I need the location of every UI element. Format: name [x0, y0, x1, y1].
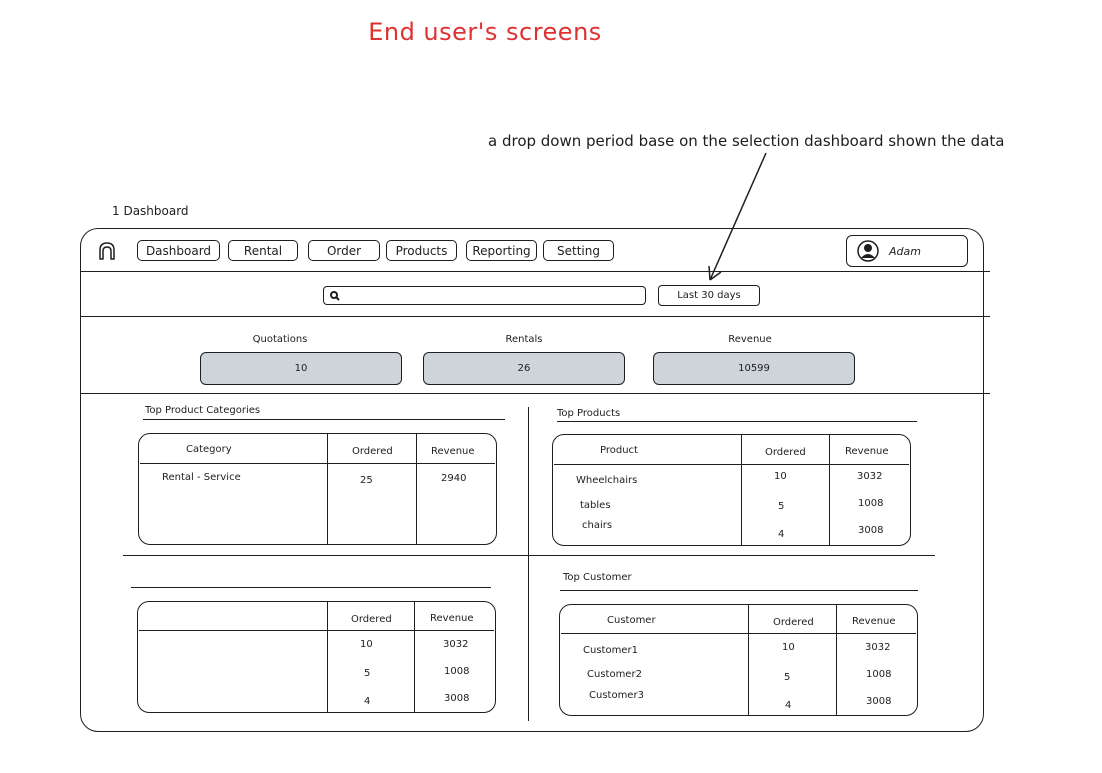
annotation-note: a drop down period base on the selection…: [488, 132, 1005, 150]
top-products-underline: [557, 421, 917, 422]
nav-reporting-button[interactable]: Reporting: [466, 240, 537, 261]
column-header: Customer: [607, 615, 656, 626]
table-cell: 3032: [443, 639, 469, 650]
table-cell: 1008: [444, 666, 470, 677]
table-cell: Customer1: [583, 645, 638, 656]
table-cell: 3008: [858, 525, 884, 536]
user-menu[interactable]: Adam: [846, 235, 968, 267]
top-customer-title: Top Customer: [563, 572, 632, 583]
divider-panels: [123, 555, 935, 556]
table-cell: Rental - Service: [162, 472, 241, 483]
kpi-quotations-value: 10: [200, 352, 402, 385]
home-icon[interactable]: [96, 240, 118, 262]
divider-columns: [528, 407, 529, 721]
table-col-divider: [829, 434, 830, 546]
period-dropdown[interactable]: Last 30 days: [658, 285, 760, 306]
top-products-title: Top Products: [557, 408, 621, 419]
table-col-divider: [741, 434, 742, 546]
table-cell: Wheelchairs: [576, 475, 638, 486]
table-cell: 5: [364, 668, 371, 679]
table-cell: Customer3: [589, 690, 644, 701]
table-cell: Customer2: [587, 669, 642, 680]
table-cell: 4: [778, 529, 785, 540]
table-col-divider: [836, 604, 837, 716]
table-cell: 1008: [866, 669, 892, 680]
divider-nav: [80, 271, 990, 272]
table-cell: 5: [784, 672, 791, 683]
nav-rental-button[interactable]: Rental: [228, 240, 298, 261]
table-cell: 4: [785, 700, 792, 711]
table-cell: 10: [782, 642, 795, 653]
nav-setting-button[interactable]: Setting: [543, 240, 614, 261]
kpi-rentals-value: 26: [423, 352, 625, 385]
table-cell: 10: [774, 471, 787, 482]
kpi-revenue-label: Revenue: [728, 334, 772, 345]
top-customer-underline: [560, 590, 918, 591]
search-input[interactable]: [323, 286, 646, 305]
table-cell: 3032: [865, 642, 891, 653]
table-col-divider: [748, 604, 749, 716]
kpi-revenue-value: 10599: [653, 352, 855, 385]
column-header: Revenue: [431, 446, 475, 457]
table-cell: 1008: [858, 498, 884, 509]
table-col-divider: [416, 433, 417, 545]
divider-filters: [80, 316, 990, 317]
divider-kpis: [80, 393, 990, 394]
search-icon: [330, 290, 340, 301]
column-header: Ordered: [765, 447, 806, 458]
table-cell: 2940: [441, 473, 467, 484]
section-label: 1 Dashboard: [112, 204, 189, 218]
table-cell: 3032: [857, 471, 883, 482]
nav-products-button[interactable]: Products: [386, 240, 457, 261]
column-header: Revenue: [845, 446, 889, 457]
table-col-divider: [414, 601, 415, 713]
kpi-rentals-label: Rentals: [505, 334, 543, 345]
nav-dashboard-button[interactable]: Dashboard: [137, 240, 220, 261]
column-header: Product: [600, 445, 638, 456]
column-header: Ordered: [351, 614, 392, 625]
table-header-divider: [140, 463, 495, 464]
top-categories-title: Top Product Categories: [145, 405, 261, 416]
table-header-divider: [139, 630, 494, 631]
table-cell: 25: [360, 475, 373, 486]
user-avatar-icon: [857, 240, 879, 262]
table-cell: 3008: [444, 693, 470, 704]
top-categories-underline: [143, 419, 505, 420]
user-name: Adam: [889, 244, 921, 258]
table-cell: chairs: [582, 520, 613, 531]
column-header: Ordered: [352, 446, 393, 457]
column-header: Revenue: [430, 613, 474, 624]
table-cell: 10: [360, 639, 373, 650]
kpi-quotations-label: Quotations: [252, 334, 308, 345]
table-col-divider: [327, 601, 328, 713]
table-cell: 3008: [866, 696, 892, 707]
table-cell: tables: [580, 500, 611, 511]
page-title: End user's screens: [368, 18, 602, 46]
table-header-divider: [561, 633, 916, 634]
column-header: Category: [186, 444, 232, 455]
unnamed-panel-underline: [131, 587, 491, 588]
table-col-divider: [327, 433, 328, 545]
table-cell: 5: [778, 501, 785, 512]
nav-order-button[interactable]: Order: [308, 240, 380, 261]
table-cell: 4: [364, 696, 371, 707]
column-header: Revenue: [852, 616, 896, 627]
column-header: Ordered: [773, 617, 814, 628]
table-header-divider: [554, 464, 909, 465]
